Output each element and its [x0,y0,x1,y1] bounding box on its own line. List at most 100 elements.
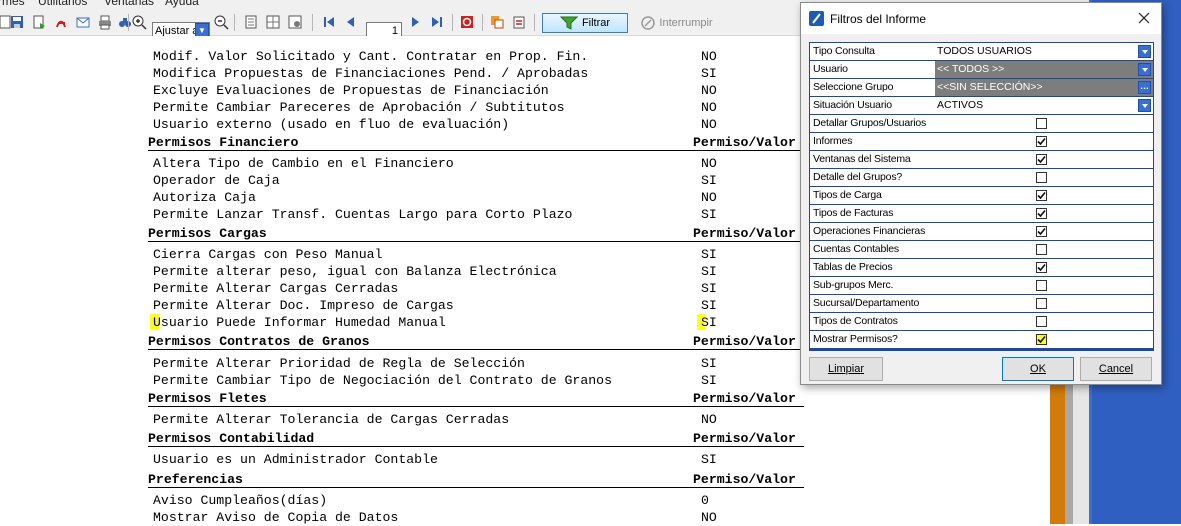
filter-checkbox[interactable] [1036,154,1047,165]
chevron-down-icon[interactable] [1138,45,1151,58]
page-setup-icon[interactable] [286,13,304,31]
report-section-header: Permisos Cargas Permiso/Valor [0,225,820,242]
report-section-header: Permisos Financiero Permiso/Valor [0,134,820,151]
checkmark-icon [1037,227,1046,236]
menu-item-ventanas[interactable]: Ventanas [104,0,154,8]
checkmark-icon [1037,155,1046,164]
zoom-out-icon[interactable] [212,13,230,31]
report-settings-icon[interactable] [510,13,528,31]
filter-checkbox[interactable] [1036,280,1047,291]
export-icon[interactable] [30,13,48,31]
section-value-header: Permiso/Valor [693,135,796,150]
section-value-header: Permiso/Valor [693,334,796,349]
filter-checkbox-cell[interactable] [935,277,1153,294]
permission-value: SI [701,173,717,188]
filter-checkbox-cell[interactable] [935,241,1153,258]
filter-checkbox-cell[interactable] [935,169,1153,186]
report-row: Permite Alterar Cargas Cerradas SI [0,280,820,297]
print-icon[interactable] [96,13,114,31]
permission-label: Permite Alterar Doc. Impreso de Cargas [153,298,454,313]
clear-button[interactable]: Limpiar [809,357,883,381]
chevron-down-icon[interactable] [1138,63,1151,76]
filter-checkbox[interactable] [1036,118,1047,129]
filter-checkbox-cell[interactable] [935,151,1153,168]
ellipsis-icon[interactable]: … [1138,81,1151,94]
report-row: Aviso Cumpleaños(días) 0 [0,492,820,509]
filter-checkbox[interactable] [1036,298,1047,309]
copy-report-icon[interactable] [488,13,506,31]
report-row: Excluye Evaluaciones de Propuestas de Fi… [0,82,820,99]
filter-checkbox-cell[interactable] [935,223,1153,240]
filter-checkbox[interactable] [1036,208,1047,219]
permission-label: Cierra Cargas con Peso Manual [153,247,383,262]
filter-label: Tipos de Contratos [813,315,898,327]
filter-row: Detallar Grupos/Usuarios [810,115,1153,132]
menu-item-ayuda[interactable]: Ayuda [165,0,199,8]
filter-checkbox-cell[interactable] [935,133,1153,150]
filter-checkbox[interactable] [1036,226,1047,237]
interrupt-button[interactable]: Interrumpir [634,13,720,33]
ok-button-label: OK [1030,363,1046,375]
stop-icon[interactable] [458,13,476,31]
ok-button[interactable]: OK [1002,357,1074,381]
filter-dropdown[interactable]: TODOS USUARIOS [935,43,1153,60]
permission-value: SI [701,66,717,81]
filter-row: Sub-grupos Merc. [810,277,1153,294]
permission-value: NO [701,190,717,205]
filter-checkbox[interactable] [1036,244,1047,255]
chevron-down-icon[interactable] [1138,99,1151,112]
filter-checkbox-cell[interactable] [935,295,1153,312]
permission-label: Permite Cambiar Pareceres de Aprobación … [153,100,565,115]
filter-checkbox[interactable] [1036,136,1047,147]
filter-label: Detalle del Grupos? [813,171,903,183]
interrupt-button-label: Interrumpir [659,17,713,29]
previous-page-icon[interactable] [342,13,360,31]
email-icon[interactable] [74,13,92,31]
first-page-icon[interactable] [320,13,338,31]
next-page-icon[interactable] [406,13,424,31]
permission-value: SI [701,315,717,330]
multi-page-icon[interactable] [264,13,282,31]
last-page-icon[interactable] [428,13,446,31]
filter-label: Tipos de Carga [813,189,882,201]
filter-button[interactable]: Filtrar [542,13,628,33]
report-row: Autoriza Caja NO [0,189,820,206]
filter-dropdown[interactable]: << TODOS >> [935,61,1153,78]
filter-checkbox[interactable] [1036,190,1047,201]
filter-checkbox[interactable] [1036,262,1047,273]
filter-checkbox-cell[interactable] [935,187,1153,204]
report-row: Permite Cambiar Pareceres de Aprobación … [0,99,820,116]
section-value-header: Permiso/Valor [693,226,796,241]
filter-checkbox-cell[interactable] [935,115,1153,132]
permission-label: Operador de Caja [153,173,280,188]
filter-row: Tipos de Contratos [810,313,1153,330]
menu-item-informes[interactable]: rmes [0,0,25,8]
pdf-icon[interactable] [52,13,70,31]
dialog-title-bar[interactable]: Filtros del Informe [801,3,1161,34]
permission-value: NO [701,100,717,115]
cancel-button[interactable]: Cancel [1080,357,1152,381]
filter-label: Tipos de Facturas [813,207,894,219]
filter-checkbox-cell[interactable] [935,313,1153,330]
filter-checkbox[interactable] [1036,172,1047,183]
filter-checkbox[interactable] [1036,334,1047,345]
filter-picker[interactable]: <<SIN SELECCIÓN>>… [935,79,1153,96]
permission-value: NO [701,156,717,171]
close-icon[interactable] [1137,11,1151,25]
permission-value: NO [701,117,717,132]
save-icon[interactable] [8,13,26,31]
zoom-in-icon[interactable] [130,13,148,31]
report-section-header: Permisos Fletes Permiso/Valor [0,390,820,407]
filter-checkbox-cell[interactable] [935,259,1153,276]
toolbar-separator [312,14,313,31]
permission-label: Permite Alterar Tolerancia de Cargas Cer… [153,412,510,427]
filter-row: Tipos de Facturas [810,205,1153,222]
permission-label: Mostrar Aviso de Copia de Datos [153,510,399,525]
filter-checkbox[interactable] [1036,316,1047,327]
filter-checkbox-cell[interactable] [935,205,1153,222]
filter-label: Ventanas del Sistema [813,153,911,165]
filter-checkbox-cell[interactable] [935,331,1153,348]
single-page-icon[interactable] [242,13,260,31]
menu-item-utilitarios[interactable]: Utilitarios [38,0,87,8]
filter-dropdown[interactable]: ACTIVOS [935,97,1153,114]
